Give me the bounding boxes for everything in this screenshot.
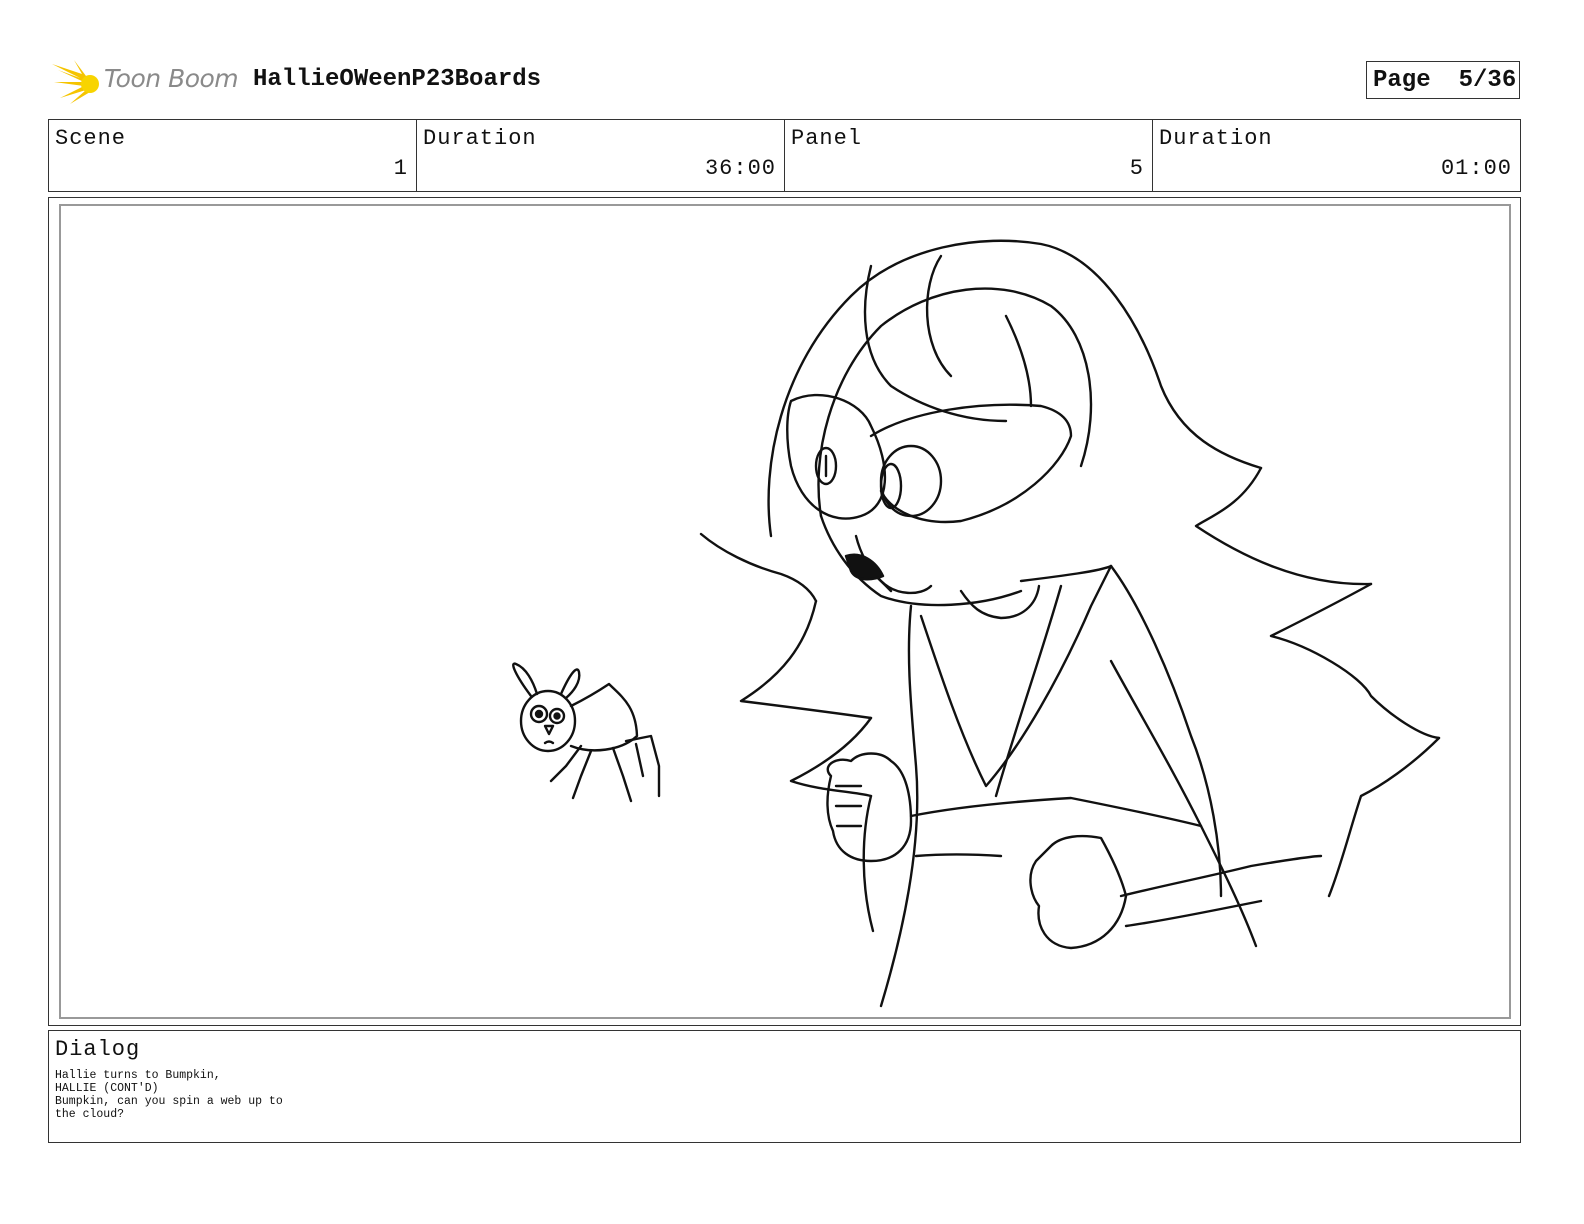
panel-duration-label: Duration [1159, 126, 1273, 151]
scene-cell: Scene 1 [49, 120, 417, 191]
logo-text: Toon Boom [104, 64, 239, 93]
page-label: Page [1373, 66, 1431, 94]
scene-label: Scene [55, 126, 127, 151]
dialog-line: Bumpkin, can you spin a web up to [55, 1095, 283, 1108]
page-value: 5/36 [1458, 66, 1517, 94]
dialog-line: the cloud? [55, 1108, 125, 1121]
scene-duration-value: 36:00 [704, 156, 776, 181]
scene-duration-label: Duration [423, 126, 537, 151]
spider-drawing [512, 662, 661, 803]
dialog-title: Dialog [55, 1037, 141, 1062]
scene-value: 1 [393, 156, 408, 181]
project-title: HallieOWeenP23Boards [253, 66, 542, 93]
panel-duration-value: 01:00 [1440, 156, 1512, 181]
page-indicator: Page 5/36 [1366, 61, 1520, 99]
dialog-lines: Hallie turns to Bumpkin, HALLIE (CONT'D)… [55, 1069, 283, 1121]
scene-info-row: Scene 1 Duration 36:00 Panel 5 Duration … [48, 119, 1521, 192]
panel-duration-cell: Duration 01:00 [1153, 120, 1520, 191]
panel-cell: Panel 5 [785, 120, 1153, 191]
storyboard-panel-image [59, 204, 1511, 1019]
dialog-box: Dialog Hallie turns to Bumpkin, HALLIE (… [48, 1030, 1521, 1143]
panel-label: Panel [791, 126, 863, 151]
dialog-line: Hallie turns to Bumpkin, [55, 1069, 221, 1082]
hallie-drawing [699, 239, 1441, 1008]
dialog-line: HALLIE (CONT'D) [55, 1082, 159, 1095]
panel-value: 5 [1129, 156, 1144, 181]
starburst-logo-icon [52, 60, 99, 104]
scene-duration-cell: Duration 36:00 [417, 120, 785, 191]
